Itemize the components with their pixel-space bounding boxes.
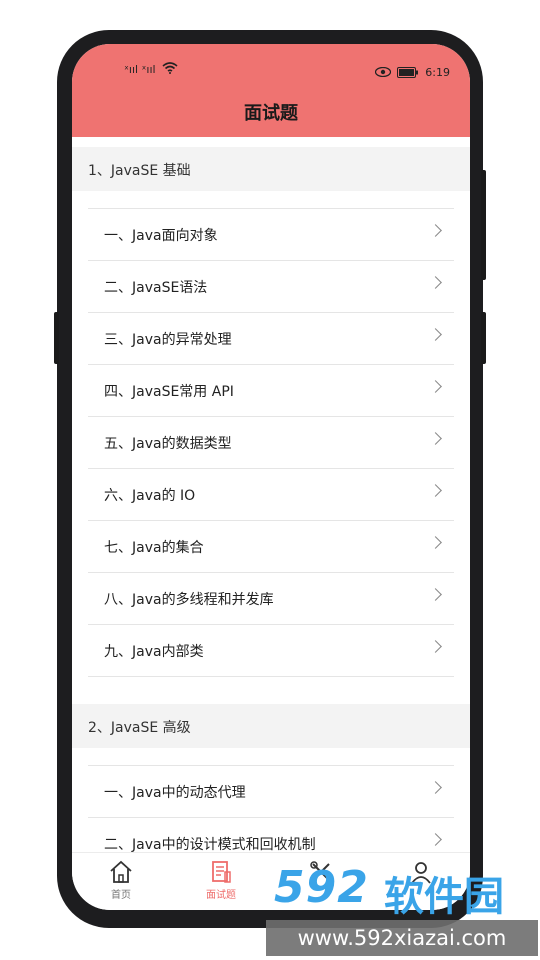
watermark: 592 软件园 www.592xiazai.com bbox=[266, 862, 538, 958]
section-list: 一、Java面向对象 二、JavaSE语法 三、Java的异常处理 四、Java… bbox=[88, 208, 454, 677]
app-screen: ˣııl ˣııl 6:19 面试题 1、JavaSE 基础 一、Java面向对… bbox=[72, 44, 470, 910]
section-title: 2、JavaSE 高级 bbox=[88, 720, 191, 736]
tab-home[interactable]: 首页 bbox=[86, 859, 156, 901]
chevron-right-icon bbox=[429, 640, 442, 653]
section-header: 1、JavaSE 基础 bbox=[72, 147, 470, 191]
chevron-right-icon bbox=[429, 588, 442, 601]
list-item[interactable]: 六、Java的 IO bbox=[88, 468, 454, 520]
question-list: 1、JavaSE 基础 一、Java面向对象 二、JavaSE语法 三、Java… bbox=[72, 137, 470, 857]
page-title: 面试题 bbox=[244, 103, 298, 124]
tab-label: 面试题 bbox=[206, 890, 236, 901]
signal-text: ˣııl ˣııl bbox=[124, 63, 156, 76]
chevron-right-icon bbox=[429, 833, 442, 846]
battery-icon bbox=[397, 66, 419, 78]
list-item-label: 一、Java面向对象 bbox=[104, 227, 218, 244]
status-time: 6:19 bbox=[425, 65, 450, 79]
watermark-brand-cn: 软件园 bbox=[384, 874, 504, 920]
list-item[interactable]: 九、Java内部类 bbox=[88, 624, 454, 676]
eye-icon bbox=[375, 67, 392, 77]
list-item-label: 一、Java中的动态代理 bbox=[104, 784, 246, 801]
list-item[interactable]: 五、Java的数据类型 bbox=[88, 416, 454, 468]
status-signal: ˣııl ˣııl bbox=[124, 62, 178, 82]
list-item[interactable]: 七、Java的集合 bbox=[88, 520, 454, 572]
list-item[interactable]: 八、Java的多线程和并发库 bbox=[88, 572, 454, 624]
list-item-label: 六、Java的 IO bbox=[104, 487, 196, 504]
list-item[interactable]: 二、JavaSE语法 bbox=[88, 260, 454, 312]
wifi-icon bbox=[162, 62, 178, 74]
chevron-right-icon bbox=[429, 224, 442, 237]
status-right: 6:19 bbox=[375, 62, 450, 82]
section-header: 2、JavaSE 高级 bbox=[72, 704, 470, 748]
chevron-right-icon bbox=[429, 781, 442, 794]
list-item-label: 四、JavaSE常用 API bbox=[104, 383, 234, 400]
list-item-label: 九、Java内部类 bbox=[104, 643, 204, 660]
list-item-label: 五、Java的数据类型 bbox=[104, 435, 232, 452]
tab-interview[interactable]: 面试题 bbox=[186, 859, 256, 901]
list-item[interactable]: 一、Java中的动态代理 bbox=[88, 765, 454, 817]
list-item-label: 三、Java的异常处理 bbox=[104, 331, 232, 348]
tab-label: 首页 bbox=[111, 890, 131, 901]
list-item-label: 八、Java的多线程和并发库 bbox=[104, 591, 274, 608]
chevron-right-icon bbox=[429, 432, 442, 445]
list-item[interactable]: 三、Java的异常处理 bbox=[88, 312, 454, 364]
power-button bbox=[481, 312, 486, 364]
chevron-right-icon bbox=[429, 484, 442, 497]
chevron-right-icon bbox=[429, 328, 442, 341]
list-item-label: 二、Java中的设计模式和回收机制 bbox=[104, 836, 316, 853]
chevron-right-icon bbox=[429, 380, 442, 393]
side-button bbox=[54, 312, 59, 364]
watermark-brand: 592 bbox=[274, 862, 369, 913]
home-icon bbox=[110, 860, 132, 883]
list-item-label: 七、Java的集合 bbox=[104, 539, 204, 556]
list-item-label: 二、JavaSE语法 bbox=[104, 279, 208, 296]
chevron-right-icon bbox=[429, 536, 442, 549]
watermark-url: www.592xiazai.com bbox=[266, 920, 538, 956]
app-header: ˣııl ˣııl 6:19 面试题 bbox=[72, 44, 470, 137]
volume-button bbox=[481, 170, 486, 280]
list-item[interactable]: 四、JavaSE常用 API bbox=[88, 364, 454, 416]
document-icon bbox=[212, 861, 231, 883]
divider bbox=[88, 676, 454, 677]
section-title: 1、JavaSE 基础 bbox=[88, 163, 191, 179]
chevron-right-icon bbox=[429, 276, 442, 289]
list-item[interactable]: 一、Java面向对象 bbox=[88, 208, 454, 260]
